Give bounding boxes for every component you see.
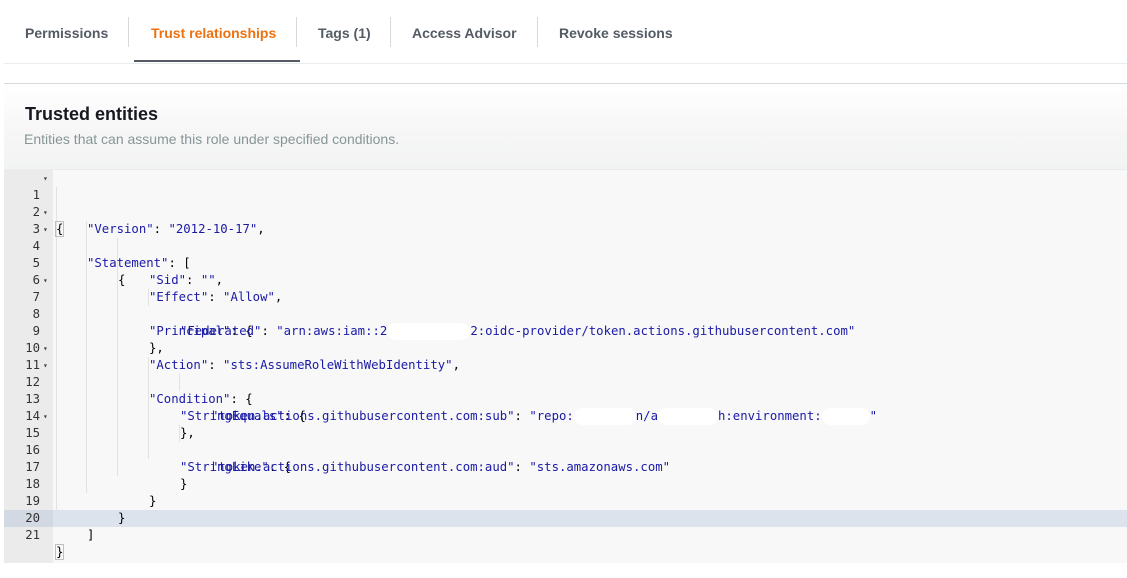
fold-toggle-icon[interactable]: ▾ [43,221,48,238]
code-line: 8 "Federated": "arn:aws:iam::2 2:oidc-pro… [4,289,1127,340]
code-line: 5 "Sid": "", [4,238,1127,287]
code-line: 20 ] [4,493,1127,542]
policy-json-editor[interactable]: 1 ▾ { 2 "Version": "2012-10-17", 3 ▾ "St… [4,170,1127,563]
tab-trust-relationships[interactable]: Trust relationships [151,0,276,62]
code-line: 19 } [4,476,1127,525]
fold-toggle-icon[interactable]: ▾ [43,357,48,374]
panel-title: Trusted entities [25,104,159,124]
code-line: 1 ▾ { [4,170,1127,237]
fold-toggle-icon[interactable]: ▾ [43,204,48,221]
code-line: 4 ▾ { [4,221,1127,287]
active-tab-indicator [134,60,300,62]
code-line: 3 ▾ "Statement": [ [4,204,1127,270]
tab-divider [537,17,538,47]
code-line: 10 "Action": "sts:AssumeRoleWithWebIdent… [4,323,1127,372]
tab-bar: Permissions Trust relationships Tags (1)… [4,0,1127,64]
code-line: 12 ▾ "StringEquals": { [4,357,1127,423]
code-line: 14 }, [4,391,1127,440]
tab-permissions[interactable]: Permissions [25,0,108,62]
fold-toggle-icon[interactable]: ▾ [43,340,48,357]
code-line: 11 ▾ "Condition": { [4,340,1127,406]
fold-toggle-icon[interactable]: ▾ [43,272,48,289]
code-line: 21 } [4,510,1127,560]
tab-divider [296,17,297,47]
line-number: 21 [25,528,40,542]
panel-header: Trusted entities Entities that can assum… [4,84,1127,170]
code-line: 6 "Effect": "Allow", [4,255,1127,304]
code-line: 7 ▾ "Principal": { [4,272,1127,338]
tab-divider [128,17,129,47]
code-line: 13 "token.actions.githubusercontent.com:… [4,374,1127,425]
tab-access-advisor[interactable]: Access Advisor [412,0,517,62]
code-text: } [54,544,65,560]
fold-toggle-icon[interactable]: ▾ [43,170,48,187]
panel-description: Entities that can assume this role under… [24,131,400,147]
code-line: 2 "Version": "2012-10-17", [4,187,1127,236]
code-line: 18 } [4,459,1127,508]
trusted-entities-panel: Trusted entities Entities that can assum… [4,83,1127,563]
tab-divider [390,17,391,47]
tab-revoke-sessions[interactable]: Revoke sessions [559,0,673,62]
code-line: 9 }, [4,306,1127,355]
code-text: ] [87,528,95,542]
code-line: 16 "token.actions.githubusercontent.com:… [4,425,1127,474]
code-line: 15 ▾ "StringLike": { [4,408,1127,474]
fold-toggle-icon[interactable]: ▾ [43,408,48,425]
code-line: 17 } [4,442,1127,491]
tab-tags[interactable]: Tags (1) [318,0,371,62]
